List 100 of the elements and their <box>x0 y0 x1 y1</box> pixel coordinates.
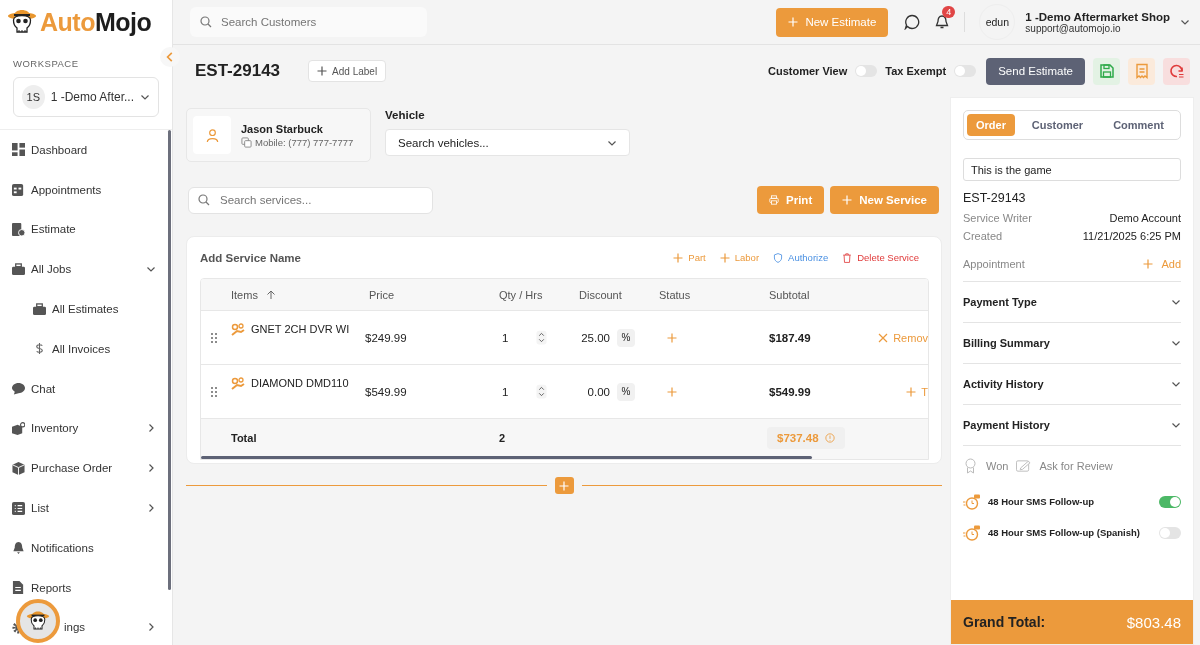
boxes-icon <box>12 421 25 435</box>
accordion-header[interactable]: Billing Summary <box>963 322 1181 363</box>
receipt-button[interactable] <box>1128 57 1155 85</box>
service-action-link[interactable]: Authorize <box>773 252 829 263</box>
sidebar-item[interactable]: List <box>0 488 172 528</box>
sidebar-item[interactable]: Appointments <box>0 169 172 210</box>
copy-icon[interactable] <box>241 136 252 148</box>
assistant-avatar-button[interactable] <box>16 599 60 643</box>
edit-note-icon[interactable] <box>1016 458 1032 474</box>
accordion-header[interactable]: Payment History <box>963 404 1181 445</box>
customer-phone: Mobile: (777) 777-7777 <box>255 136 354 148</box>
discount-field[interactable]: 25.00 <box>581 331 610 344</box>
plus-icon <box>317 66 328 76</box>
trash-icon <box>842 252 853 263</box>
toggle-switch[interactable] <box>1159 526 1181 539</box>
search-icon <box>200 16 212 28</box>
total-amount: $737.48 <box>767 426 845 449</box>
reset-button[interactable] <box>1163 57 1190 85</box>
send-estimate-button[interactable]: Send Estimate <box>986 57 1085 85</box>
plus-icon <box>906 386 917 397</box>
sidebar-item[interactable]: Chat <box>0 368 172 409</box>
info-icon[interactable] <box>824 432 835 443</box>
add-service-button[interactable] <box>554 477 574 494</box>
quantity-field[interactable]: 1 <box>502 385 509 398</box>
search-field[interactable]: Search Customers <box>190 7 427 37</box>
discount-unit-button[interactable]: % <box>617 328 635 347</box>
follow-up-label: 48 Hour SMS Follow-up <box>988 496 1095 507</box>
sort-ascending-icon[interactable] <box>265 289 276 300</box>
tab[interactable]: Comment <box>1100 114 1177 136</box>
column-header: Qty / Hrs <box>498 288 544 301</box>
search-field[interactable]: Search services... <box>188 186 433 214</box>
add-label-button[interactable]: Add Label <box>308 60 387 82</box>
sidebar-item[interactable]: Notifications <box>0 527 172 568</box>
printer-icon <box>769 195 780 205</box>
ask-for-review-label: Ask for Review <box>1039 460 1113 472</box>
customer-card[interactable]: Jason Starbuck Mobile: (777) 777-7777 <box>186 108 371 162</box>
accordion-header[interactable]: Payment Type <box>963 281 1181 322</box>
chat-icon[interactable] <box>904 14 921 30</box>
account-name: 1 -Demo Aftermarket Shop <box>1025 10 1170 23</box>
sidebar-item[interactable]: Inventory <box>0 408 172 449</box>
switch-label: Customer View <box>768 65 848 77</box>
plus-icon <box>719 252 730 263</box>
sidebar-item[interactable]: Reports <box>0 567 172 608</box>
accordion-header[interactable]: Activity History <box>963 363 1181 404</box>
estimate-number: EST-29143 <box>963 191 1027 205</box>
shield-icon <box>773 252 784 263</box>
column-header: Price <box>368 288 396 301</box>
detail-value: 11/21/2025 6:25 PM <box>1082 230 1181 242</box>
total-quantity: 2 <box>498 431 507 444</box>
grand-total-label: Grand Total: <box>963 614 1046 630</box>
sidebar-subitem[interactable]: All Estimates <box>0 289 172 329</box>
drag-handle-icon[interactable] <box>211 332 217 343</box>
plus-icon <box>559 480 569 491</box>
award-icon[interactable] <box>963 458 978 474</box>
account-avatar: edun <box>979 4 1016 40</box>
toggle-switch[interactable] <box>1159 495 1181 508</box>
sidebar-item[interactable]: Estimate <box>0 209 172 250</box>
sidebar-item[interactable]: Dashboard <box>0 130 172 170</box>
column-header[interactable]: Items <box>225 288 363 301</box>
detail-value: Demo Account <box>1109 212 1181 224</box>
plus-icon <box>788 17 799 27</box>
item-name: GNET 2CH DVR WI <box>251 323 350 335</box>
price-cell-text: $549.99 <box>364 385 408 398</box>
bell-icon <box>12 541 25 555</box>
plus-icon <box>673 252 684 263</box>
toggle-switch[interactable] <box>855 65 878 77</box>
follow-up-label: 48 Hour SMS Follow-up (Spanish) <box>988 527 1140 538</box>
sidebar-item[interactable]: Purchase Order <box>0 448 172 489</box>
dollar-icon <box>33 342 46 356</box>
receipt-icon <box>1133 63 1150 79</box>
save-icon <box>1098 63 1115 79</box>
estimate-number: EST-29143 <box>195 61 281 81</box>
tab[interactable]: Customer <box>1018 114 1096 136</box>
briefcase-icon <box>12 262 25 276</box>
vehicle-select[interactable]: Search vehicles... <box>385 129 630 156</box>
drag-handle-icon[interactable] <box>211 386 217 397</box>
plus-icon <box>1143 259 1154 269</box>
refresh-icon <box>1168 63 1185 79</box>
stepper-icon[interactable] <box>536 384 548 399</box>
discount-field[interactable]: 0.00 <box>581 385 610 398</box>
briefcase-icon <box>33 302 46 316</box>
file-icon <box>12 581 25 595</box>
workspace-select[interactable]: 1S 1 -Demo After... <box>13 77 159 117</box>
stepper-icon[interactable] <box>536 330 548 345</box>
sidebar-item[interactable]: All Jobs <box>0 249 172 290</box>
quantity-field[interactable]: 1 <box>502 331 509 344</box>
save-button[interactable] <box>1093 57 1120 85</box>
grand-total-amount: $803.48 <box>1126 613 1181 631</box>
notification-bell-icon[interactable] <box>934 14 951 30</box>
discount-unit-button[interactable]: % <box>617 382 635 401</box>
customer-name: Jason Starbuck <box>241 122 324 135</box>
vehicle-label: Vehicle <box>385 109 426 121</box>
document-icon <box>12 223 25 236</box>
toggle-switch[interactable] <box>954 65 977 77</box>
note-field[interactable]: This is the game <box>963 158 1181 181</box>
plus-icon <box>667 332 677 343</box>
won-label: Won <box>986 460 1009 472</box>
sidebar-subitem[interactable]: All Invoices <box>0 329 172 369</box>
service-action-link[interactable]: Delete Service <box>842 252 919 263</box>
plus-icon <box>842 195 853 205</box>
